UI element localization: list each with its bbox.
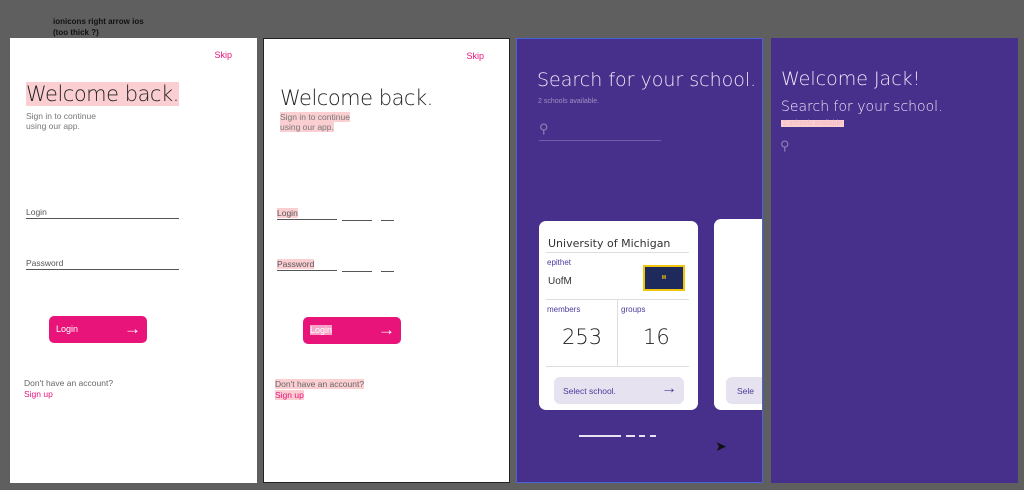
annotation-note: ionicons right arrow ios (too thick ?) <box>53 17 144 37</box>
login-screen-v2: Skip Welcome back. Sign in to continue u… <box>263 38 510 483</box>
page-title: Welcome Jack! <box>781 68 921 90</box>
subtitle: Search for your school. <box>781 99 943 115</box>
signup-link[interactable]: Sign up <box>24 389 113 400</box>
login-button-label: Login <box>56 324 79 334</box>
skip-link[interactable]: Skip <box>466 51 484 61</box>
select-school-label: Sele <box>737 386 755 396</box>
subtitle: Sign in to continue using our app. <box>280 112 350 132</box>
password-input[interactable]: Password <box>26 258 179 270</box>
school-name: University of Michigan <box>548 237 671 250</box>
login-input[interactable]: Login <box>277 208 298 218</box>
pager-dot[interactable] <box>639 435 645 437</box>
epithet-value: UofM <box>548 276 572 287</box>
search-school-screen: Search for your school. 2 schools availa… <box>516 38 763 483</box>
no-account-text: Don't have an account? <box>24 378 114 388</box>
pager-dot[interactable] <box>626 435 635 437</box>
school-logo: M <box>643 265 685 291</box>
page-title: Search for your school. <box>537 69 757 91</box>
skip-link[interactable]: Skip <box>214 50 232 60</box>
search-input[interactable]: ⚲ <box>539 121 661 141</box>
page-title: Welcome back. <box>280 86 433 110</box>
schools-available: 2 schools available. <box>538 98 600 105</box>
subtitle: Sign in to continue using our app. <box>26 111 96 131</box>
welcome-screen: Welcome Jack! Search for your school. 2 … <box>771 38 1018 483</box>
select-school-button[interactable]: Select school. → <box>554 377 684 404</box>
schools-available: 2 schools available <box>781 120 845 127</box>
pager-dot[interactable] <box>650 435 656 437</box>
cursor-icon: ➤ <box>715 438 727 454</box>
school-card: University of Michigan epithet UofM M me… <box>539 221 698 410</box>
arrow-right-icon: → <box>661 380 677 397</box>
search-icon: ⚲ <box>539 121 549 136</box>
epithet-label: epithet <box>547 258 572 267</box>
password-input[interactable]: Password <box>277 259 315 269</box>
school-card-next[interactable]: Sele <box>714 219 762 410</box>
no-account-text: Don't have an account? <box>275 379 365 389</box>
search-icon[interactable]: ⚲ <box>780 138 790 154</box>
pager-active[interactable] <box>579 435 621 437</box>
login-button-label: Login <box>310 325 333 335</box>
members-count: 253 <box>562 325 603 349</box>
select-school-label: Select school. <box>563 386 616 396</box>
login-screen-v1: Skip Welcome back. Sign in to continue u… <box>10 38 257 483</box>
groups-count: 16 <box>643 325 670 349</box>
signup-link[interactable]: Sign up <box>275 390 304 400</box>
login-input[interactable]: Login <box>26 207 179 219</box>
groups-label: groups <box>621 305 646 314</box>
page-title: Welcome back. <box>26 82 179 106</box>
members-label: members <box>547 305 581 314</box>
login-button[interactable]: Login → <box>49 316 147 343</box>
arrow-right-icon: → <box>124 319 141 338</box>
login-button[interactable]: Login → <box>303 317 401 344</box>
arrow-right-icon: → <box>378 320 395 339</box>
